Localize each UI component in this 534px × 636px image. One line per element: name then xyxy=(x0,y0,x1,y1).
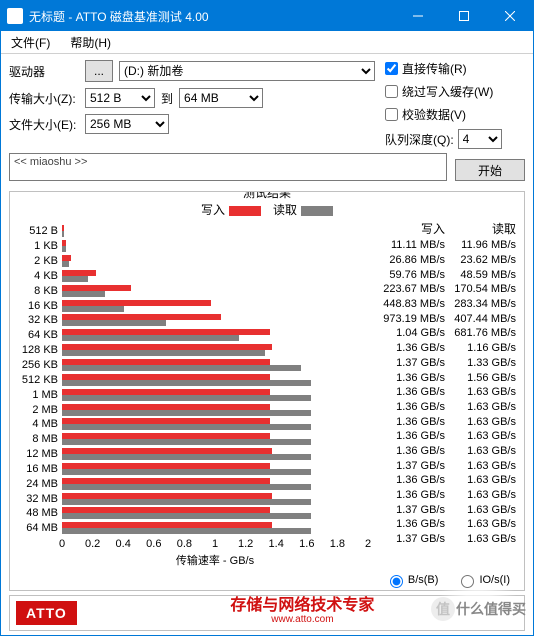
results-panel: 测试结果 写入 读取 512 B1 KB2 KB4 KB8 KB16 KB32 … xyxy=(9,191,525,591)
minimize-button[interactable] xyxy=(395,1,441,31)
bar-row: 4 MB xyxy=(62,417,368,431)
bar-row: 2 MB xyxy=(62,403,368,417)
value-row: 26.86 MB/s23.62 MB/s xyxy=(374,253,516,268)
browse-button[interactable]: ... xyxy=(85,60,113,82)
app-window: 无标题 - ATTO 磁盘基准测试 4.00 文件(F) 帮助(H) 驱动器 .… xyxy=(0,0,534,636)
bar-row: 32 MB xyxy=(62,492,368,506)
value-row: 1.36 GB/s1.63 GB/s xyxy=(374,488,516,503)
value-row: 1.37 GB/s1.63 GB/s xyxy=(374,532,516,547)
menubar: 文件(F) 帮助(H) xyxy=(1,31,533,54)
close-button[interactable] xyxy=(487,1,533,31)
verify-data-checkbox[interactable]: 校验数据(V) xyxy=(385,106,525,123)
value-row: 11.11 MB/s11.96 MB/s xyxy=(374,238,516,253)
bar-row: 1 MB xyxy=(62,388,368,402)
transfer-to-select[interactable]: 64 MB xyxy=(179,88,263,108)
value-row: 1.37 GB/s1.63 GB/s xyxy=(374,502,516,517)
bar-row: 512 KB xyxy=(62,373,368,387)
bar-chart: 512 B1 KB2 KB4 KB8 KB16 KB32 KB64 KB128 … xyxy=(16,218,372,568)
value-row: 1.36 GB/s1.63 GB/s xyxy=(374,473,516,488)
chart-legend: 写入 读取 xyxy=(16,201,518,218)
maximize-button[interactable] xyxy=(441,1,487,31)
bar-row: 16 KB xyxy=(62,299,368,313)
bar-row: 8 KB xyxy=(62,284,368,298)
bar-row: 12 MB xyxy=(62,447,368,461)
values-table: 写入读取 11.11 MB/s11.96 MB/s26.86 MB/s23.62… xyxy=(372,218,518,568)
bar-row: 8 MB xyxy=(62,432,368,446)
atto-logo: ATTO xyxy=(16,601,77,625)
write-swatch xyxy=(229,206,261,216)
value-row: 1.37 GB/s1.33 GB/s xyxy=(374,356,516,371)
value-row: 1.37 GB/s1.63 GB/s xyxy=(374,458,516,473)
bar-row: 32 KB xyxy=(62,313,368,327)
bar-row: 2 KB xyxy=(62,254,368,268)
bar-row: 4 KB xyxy=(62,269,368,283)
unit-io-radio[interactable]: IO/s(I) xyxy=(456,572,510,588)
footer-slogan: 存储与网络技术专家 xyxy=(230,597,374,614)
footer-url[interactable]: www.atto.com xyxy=(87,613,518,627)
value-row: 1.36 GB/s1.63 GB/s xyxy=(374,385,516,400)
menu-help[interactable]: 帮助(H) xyxy=(64,32,117,53)
description-field[interactable]: << miaoshu >> xyxy=(9,153,447,181)
start-button[interactable]: 开始 xyxy=(455,159,525,181)
value-row: 1.04 GB/s681.76 MB/s xyxy=(374,326,516,341)
value-row: 448.83 MB/s283.34 MB/s xyxy=(374,297,516,312)
label-drive: 驱动器 xyxy=(9,63,79,80)
label-transfer-size: 传输大小(Z): xyxy=(9,90,79,107)
label-to: 到 xyxy=(161,90,173,107)
bar-row: 1 KB xyxy=(62,239,368,253)
bar-row: 48 MB xyxy=(62,506,368,520)
app-icon xyxy=(7,8,23,24)
value-row: 1.36 GB/s1.16 GB/s xyxy=(374,341,516,356)
drive-select[interactable]: (D:) 新加卷 xyxy=(119,61,375,81)
footer: ATTO 存储与网络技术专家 www.atto.com xyxy=(9,595,525,631)
bypass-cache-checkbox[interactable]: 绕过写入缓存(W) xyxy=(385,83,525,100)
value-row: 1.36 GB/s1.63 GB/s xyxy=(374,400,516,415)
read-swatch xyxy=(301,206,333,216)
titlebar[interactable]: 无标题 - ATTO 磁盘基准测试 4.00 xyxy=(1,1,533,31)
unit-bytes-radio[interactable]: B/s(B) xyxy=(385,572,439,588)
value-row: 223.67 MB/s170.54 MB/s xyxy=(374,282,516,297)
file-size-select[interactable]: 256 MB xyxy=(85,114,169,134)
value-row: 59.76 MB/s48.59 MB/s xyxy=(374,267,516,282)
value-row: 1.36 GB/s1.63 GB/s xyxy=(374,517,516,532)
value-row: 1.36 GB/s1.56 GB/s xyxy=(374,370,516,385)
value-row: 1.36 GB/s1.63 GB/s xyxy=(374,429,516,444)
queue-depth-select[interactable]: 4 xyxy=(458,129,502,149)
value-row: 973.19 MB/s407.44 MB/s xyxy=(374,311,516,326)
bar-row: 16 MB xyxy=(62,462,368,476)
window-title: 无标题 - ATTO 磁盘基准测试 4.00 xyxy=(29,8,395,25)
bar-row: 64 MB xyxy=(62,521,368,535)
value-row: 1.36 GB/s1.63 GB/s xyxy=(374,444,516,459)
label-file-size: 文件大小(E): xyxy=(9,116,79,133)
bar-row: 24 MB xyxy=(62,477,368,491)
transfer-from-select[interactable]: 512 B xyxy=(85,88,155,108)
bar-row: 128 KB xyxy=(62,343,368,357)
menu-file[interactable]: 文件(F) xyxy=(5,32,56,53)
value-row: 1.36 GB/s1.63 GB/s xyxy=(374,414,516,429)
bar-row: 256 KB xyxy=(62,358,368,372)
results-legend: 测试结果 xyxy=(239,191,295,201)
bar-row: 512 B xyxy=(62,224,368,238)
bar-row: 64 KB xyxy=(62,328,368,342)
direct-io-checkbox[interactable]: 直接传输(R) xyxy=(385,60,525,77)
label-queue-depth: 队列深度(Q): xyxy=(385,131,454,148)
